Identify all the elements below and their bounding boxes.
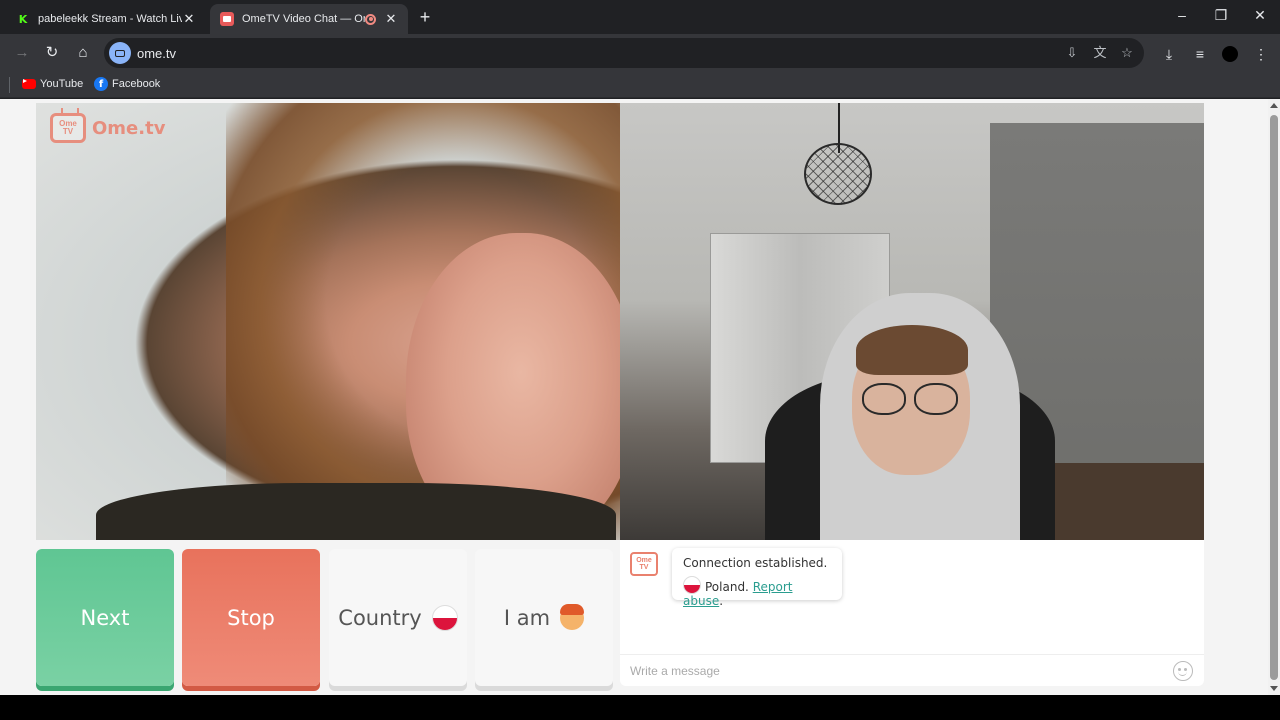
recording-icon	[365, 13, 376, 25]
scrollbar-thumb[interactable]	[1270, 115, 1278, 680]
boy-emoji-icon	[560, 603, 585, 630]
media-controls-icon[interactable]: ≡	[1191, 45, 1209, 63]
country-button[interactable]: Country	[329, 549, 467, 686]
logo-tv-text: TV	[639, 564, 649, 571]
site-info-icon[interactable]	[109, 42, 131, 64]
youtube-icon	[22, 77, 36, 91]
taskbar-edge	[0, 695, 1280, 720]
video-content	[1050, 463, 1204, 540]
window-close-icon[interactable]: ✕	[1250, 7, 1270, 24]
gender-button[interactable]: I am	[475, 549, 613, 686]
downloads-icon[interactable]: ⤓	[1160, 45, 1178, 63]
bookmark-label: Facebook	[112, 78, 161, 90]
ometv-favicon-icon	[220, 12, 234, 26]
tab-kick-stream[interactable]: K pabeleekk Stream - Watch Live ✕	[6, 4, 206, 34]
logo-tv-text: Ome	[636, 557, 652, 564]
bookmark-star-icon[interactable]: ☆	[1119, 45, 1135, 61]
profile-avatar[interactable]	[1222, 46, 1238, 62]
bookmark-youtube[interactable]: YouTube	[22, 77, 83, 91]
country-line: Poland. Report abuse.	[683, 576, 831, 608]
self-video	[620, 103, 1204, 540]
tab-close-icon[interactable]: ✕	[384, 11, 398, 27]
bookmarks-divider	[9, 77, 10, 93]
chat-panel: Ome TV Connection established. Poland. R…	[620, 540, 1204, 686]
stranger-video: Ome TV Ome.tv	[36, 103, 620, 540]
translate-icon[interactable]: 文	[1092, 45, 1108, 61]
scroll-down-icon[interactable]	[1270, 686, 1278, 691]
report-suffix: .	[719, 594, 724, 608]
country-name: Poland.	[705, 580, 749, 594]
kick-favicon-icon: K	[18, 12, 28, 26]
scroll-up-icon[interactable]	[1270, 103, 1278, 108]
video-content	[858, 383, 962, 417]
bookmark-label: YouTube	[40, 78, 84, 90]
logo-tv-text: TV	[62, 127, 74, 136]
tab-strip: K pabeleekk Stream - Watch Live ✕ OmeTV …	[0, 0, 1280, 34]
connection-status: Connection established.	[683, 556, 828, 570]
iam-label: I am	[503, 605, 551, 630]
tv-logo-icon: Ome TV	[50, 113, 86, 143]
bookmark-facebook[interactable]: f Facebook	[94, 77, 160, 91]
home-icon[interactable]: ⌂	[73, 43, 93, 63]
message-composer	[620, 654, 1204, 686]
poland-flag-icon	[431, 604, 458, 631]
menu-icon[interactable]: ⋮	[1252, 45, 1270, 63]
system-message: Connection established. Poland. Report a…	[672, 548, 842, 608]
video-content	[804, 143, 872, 205]
forward-icon[interactable]: →	[12, 43, 32, 63]
tab-ometv[interactable]: OmeTV Video Chat — Ome ✕	[210, 4, 408, 34]
page-viewport: Ome TV Ome.tv Next Stop Country I am Ome…	[0, 99, 1268, 695]
stop-label: Stop	[227, 605, 275, 630]
bookmarks-bar: YouTube f Facebook	[0, 72, 1280, 98]
next-label: Next	[80, 605, 130, 630]
next-button[interactable]: Next	[36, 549, 174, 686]
emoji-icon[interactable]	[1173, 661, 1193, 681]
stop-button[interactable]: Stop	[182, 549, 320, 686]
video-content	[96, 483, 616, 540]
tab-title: OmeTV Video Chat — Ome	[242, 13, 365, 25]
page-scrollbar[interactable]	[1268, 99, 1280, 695]
tv-logo-icon: Ome TV	[630, 552, 658, 576]
logo-text: Ome.tv	[92, 117, 166, 139]
ometv-logo[interactable]: Ome TV Ome.tv	[50, 113, 165, 143]
minimize-icon[interactable]: –	[1172, 7, 1192, 23]
browser-window: K pabeleekk Stream - Watch Live ✕ OmeTV …	[0, 0, 1280, 720]
video-content	[856, 325, 968, 375]
country-label: Country	[338, 605, 422, 630]
tab-close-icon[interactable]: ✕	[182, 11, 196, 27]
install-app-icon[interactable]: ⇩	[1064, 45, 1080, 61]
poland-flag-icon	[683, 576, 701, 594]
tab-title: pabeleekk Stream - Watch Live	[38, 13, 182, 25]
facebook-icon: f	[94, 77, 108, 91]
reload-icon[interactable]: ↻	[42, 43, 62, 63]
address-bar[interactable]: ome.tv ⇩ 文 ☆	[104, 38, 1144, 68]
browser-toolbar: → ↻ ⌂ ome.tv ⇩ 文 ☆ ⤓ ≡ ⋮	[0, 34, 1280, 72]
maximize-icon[interactable]: ❐	[1211, 7, 1231, 24]
url-text: ome.tv	[137, 46, 177, 61]
new-tab-button[interactable]: +	[416, 8, 434, 26]
message-input[interactable]	[630, 662, 1160, 680]
